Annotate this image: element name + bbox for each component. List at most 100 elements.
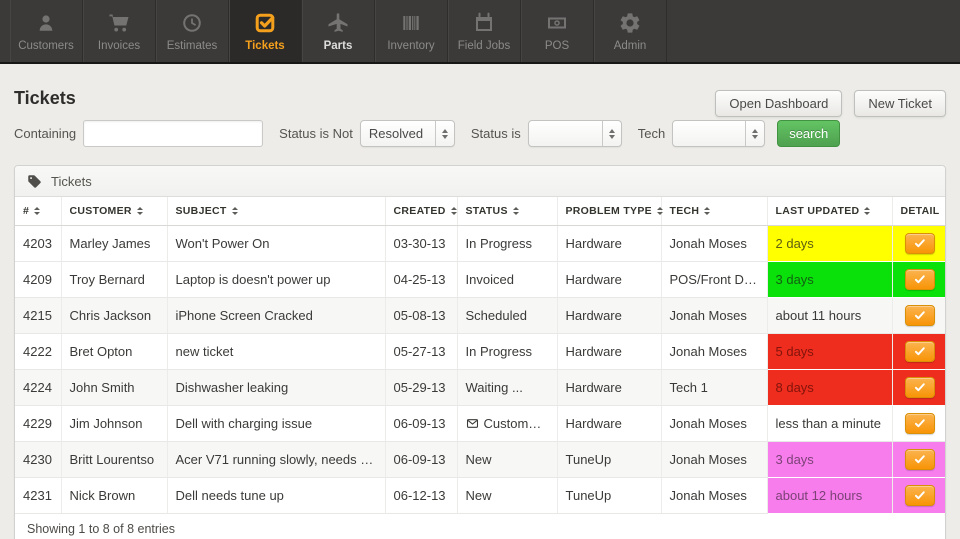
new-ticket-button[interactable]: New Ticket xyxy=(854,90,946,117)
status-cell: Customer... xyxy=(456,405,557,442)
tech-cell: Jonah Moses xyxy=(660,405,767,442)
table-header-row: # CUSTOMER SUBJECT CREATED STATUS PROBLEM TYP… xyxy=(15,197,945,226)
panel-title: Tickets xyxy=(51,173,92,189)
ticket-number-cell: 4215 xyxy=(15,297,61,334)
status-cell: Scheduled xyxy=(456,297,557,334)
created-cell: 04-25-13 xyxy=(384,261,457,298)
last-updated-cell: 3 days xyxy=(766,441,892,478)
col-header-problem-type[interactable]: PROBLEM TYPE xyxy=(556,197,663,226)
subject-cell: Dell needs tune up xyxy=(166,477,385,514)
problem-type-cell: Hardware xyxy=(556,261,661,298)
detail-cell xyxy=(891,405,945,442)
ticket-number-cell: 4229 xyxy=(15,405,61,442)
table-body: 4203 Marley James Won't Power On 03-30-13 In… xyxy=(15,225,945,514)
detail-cell xyxy=(891,297,945,334)
status-cell: In Progress xyxy=(456,333,557,370)
sort-icon xyxy=(656,207,663,215)
created-cell: 06-09-13 xyxy=(384,441,457,478)
col-header--[interactable]: # xyxy=(15,197,61,226)
last-updated-cell: about 12 hours xyxy=(766,477,892,514)
nav-item-parts[interactable]: Parts xyxy=(302,0,375,62)
sort-icon xyxy=(704,207,711,215)
table-row: 4229 Jim Johnson Dell with charging issue 0… xyxy=(15,405,945,442)
estimates-icon xyxy=(180,11,204,35)
check-icon xyxy=(913,489,927,502)
subject-cell: Laptop is doesn't power up xyxy=(166,261,385,298)
nav-item-customers[interactable]: Customers xyxy=(10,0,83,62)
last-updated-cell: about 11 hours xyxy=(766,297,892,334)
last-updated-cell: 5 days xyxy=(766,333,892,370)
stepper-icon xyxy=(434,121,454,146)
tech-label: Tech xyxy=(637,126,666,141)
tech-cell: Tech 1 xyxy=(660,369,767,406)
table-row: 4230 Britt Lourentso Acer V71 running slow… xyxy=(15,441,945,478)
ticket-detail-button[interactable] xyxy=(904,485,935,506)
problem-type-cell: TuneUp xyxy=(556,441,661,478)
customer-cell: John Smith xyxy=(60,369,167,406)
status-is-not-value: Resolved xyxy=(368,126,424,141)
ticket-detail-button[interactable] xyxy=(904,305,935,326)
admin-icon xyxy=(618,11,642,35)
nav-item-tickets[interactable]: Tickets xyxy=(229,0,302,62)
fieldjobs-icon xyxy=(472,11,496,35)
open-dashboard-button[interactable]: Open Dashboard xyxy=(715,90,843,117)
last-updated-cell: 8 days xyxy=(766,369,892,406)
status-is-not-select[interactable]: Resolved xyxy=(359,120,455,147)
status-is-select[interactable] xyxy=(527,120,622,147)
tech-cell: Jonah Moses xyxy=(660,225,767,262)
subject-cell: iPhone Screen Cracked xyxy=(166,297,385,334)
nav-item-field-jobs[interactable]: Field Jobs xyxy=(448,0,521,62)
nav-item-pos[interactable]: POS xyxy=(521,0,594,62)
ticket-number-cell: 4222 xyxy=(15,333,61,370)
status-cell: Invoiced xyxy=(456,261,557,298)
customer-cell: Bret Opton xyxy=(60,333,167,370)
created-cell: 06-12-13 xyxy=(384,477,457,514)
nav-item-admin[interactable]: Admin xyxy=(594,0,667,62)
tickets-table: # CUSTOMER SUBJECT CREATED STATUS PROBLEM TYP… xyxy=(15,197,945,514)
ticket-detail-button[interactable] xyxy=(904,341,935,362)
ticket-detail-button[interactable] xyxy=(904,269,935,290)
ticket-number-cell: 4203 xyxy=(15,225,61,262)
ticket-detail-button[interactable] xyxy=(904,377,935,398)
ticket-detail-button[interactable] xyxy=(904,413,935,434)
col-header-created[interactable]: CREATED xyxy=(384,197,457,226)
customer-cell: Chris Jackson xyxy=(60,297,167,334)
created-cell: 03-30-13 xyxy=(384,225,457,262)
status-is-label: Status is xyxy=(470,126,521,141)
check-icon xyxy=(913,309,927,322)
tech-cell: Jonah Moses xyxy=(660,477,767,514)
col-header-last-updated[interactable]: LAST UPDATED xyxy=(766,197,892,226)
created-cell: 05-08-13 xyxy=(384,297,457,334)
check-icon xyxy=(913,237,927,250)
check-icon xyxy=(913,417,927,430)
sort-icon xyxy=(450,207,457,215)
col-header-customer[interactable]: CUSTOMER xyxy=(60,197,167,226)
detail-cell xyxy=(891,441,945,478)
last-updated-cell: 2 days xyxy=(766,225,892,262)
subject-cell: Won't Power On xyxy=(166,225,385,262)
ticket-detail-button[interactable] xyxy=(904,233,935,254)
search-button[interactable]: search xyxy=(777,120,841,147)
tech-select[interactable] xyxy=(672,120,766,147)
top-nav: Customers Invoices Estimates Tickets Parts In… xyxy=(0,0,960,64)
col-header-tech[interactable]: TECH xyxy=(660,197,767,226)
table-row: 4209 Troy Bernard Laptop is doesn't power … xyxy=(15,261,945,298)
table-row: 4203 Marley James Won't Power On 03-30-13 In… xyxy=(15,225,945,262)
last-updated-cell: less than a minute xyxy=(766,405,892,442)
stepper-icon xyxy=(745,121,764,146)
nav-item-invoices[interactable]: Invoices xyxy=(83,0,156,62)
col-header-subject[interactable]: SUBJECT xyxy=(166,197,385,226)
ticket-detail-button[interactable] xyxy=(904,449,935,470)
containing-label: Containing xyxy=(14,126,77,141)
sort-icon xyxy=(864,207,871,215)
col-header-detail: DETAIL xyxy=(891,197,945,226)
containing-input[interactable] xyxy=(83,120,264,147)
tag-icon xyxy=(27,174,42,189)
tech-cell: POS/Front Desk xyxy=(660,261,767,298)
check-icon xyxy=(913,273,927,286)
nav-item-inventory[interactable]: Inventory xyxy=(375,0,448,62)
nav-item-estimates[interactable]: Estimates xyxy=(156,0,229,62)
tickets-panel: Tickets # CUSTOMER SUBJECT CREATED STATUS PRO… xyxy=(14,165,946,539)
problem-type-cell: Hardware xyxy=(556,225,661,262)
col-header-status[interactable]: STATUS xyxy=(456,197,557,226)
